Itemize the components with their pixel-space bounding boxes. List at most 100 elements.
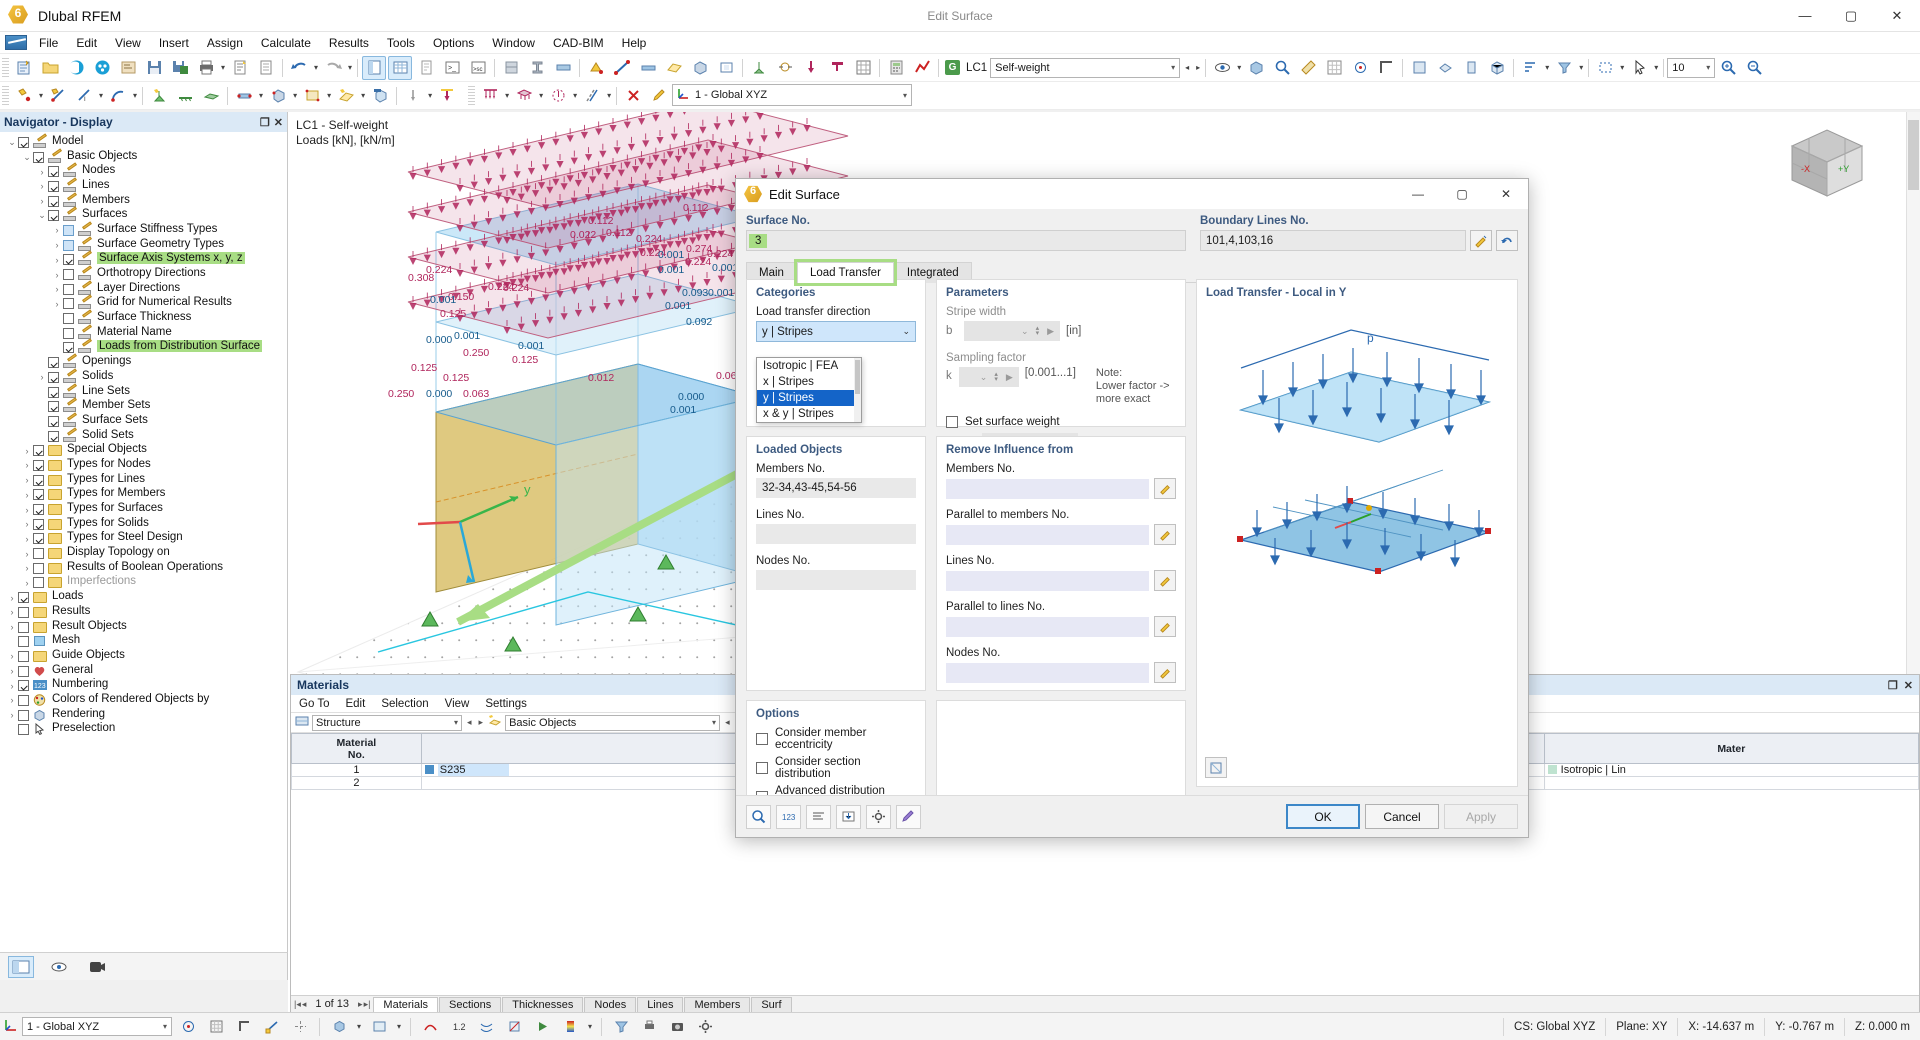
new-member-dropdown-icon[interactable]: ▾ (259, 91, 263, 100)
footer-settings-icon[interactable] (866, 804, 891, 829)
boundary-lines-field[interactable]: 101,4,103,16 (1200, 230, 1466, 251)
navigator-item-checkbox[interactable] (18, 606, 29, 618)
undo-dropdown-icon[interactable]: ▾ (314, 63, 318, 72)
navigator-item-checkbox[interactable] (33, 518, 44, 530)
navigator-item-checkbox[interactable] (48, 401, 59, 413)
navigator-item-checkbox[interactable] (18, 724, 29, 736)
filter-dropdown-icon[interactable]: ▾ (1579, 63, 1583, 72)
view-top-icon[interactable] (1433, 56, 1457, 80)
chevron-right-icon[interactable]: › (51, 284, 63, 294)
materials-next-icon[interactable]: ▸ (477, 717, 486, 728)
tab-materials[interactable]: Materials (373, 996, 439, 1012)
navigator-item-types-for-members[interactable]: › Types for Members (0, 487, 287, 503)
script-icon[interactable]: >sc (466, 56, 490, 80)
member-load-icon[interactable] (435, 84, 459, 108)
support-icon[interactable] (747, 56, 771, 80)
ortho-icon[interactable] (1374, 56, 1398, 80)
chevron-right-icon[interactable]: › (21, 563, 33, 573)
open-file-icon[interactable] (38, 56, 62, 80)
ri-parallel-lines-field[interactable] (946, 616, 1149, 637)
ri-nodes-field[interactable] (946, 662, 1149, 683)
menu-file[interactable]: File (30, 34, 67, 52)
chevron-right-icon[interactable]: › (6, 681, 18, 691)
chevron-right-icon[interactable]: › (21, 460, 33, 470)
select-rect-icon[interactable] (1593, 56, 1617, 80)
render-icon[interactable] (1244, 56, 1268, 80)
ri-parallel-members-field[interactable] (946, 524, 1149, 545)
tab-sections[interactable]: Sections (439, 996, 502, 1012)
select-dropdown-icon[interactable]: ▾ (1620, 63, 1624, 72)
next-page-icon[interactable]: ▸ (358, 999, 363, 1010)
cell-material-model[interactable]: Isotropic | Lin (1543, 763, 1920, 777)
grid-icon[interactable] (1322, 56, 1346, 80)
navigator-item-checkbox[interactable] (63, 254, 74, 266)
materials-menu-selection[interactable]: Selection (373, 698, 436, 710)
status-animate-icon[interactable] (530, 1016, 554, 1038)
navigator-item-results-of-boolean-operations[interactable]: › Results of Boolean Operations (0, 561, 287, 576)
line-load-dropdown-icon[interactable]: ▾ (505, 91, 509, 100)
new-plane-dropdown-icon[interactable]: ▾ (361, 91, 365, 100)
status-isolines-icon[interactable] (474, 1016, 498, 1038)
loaded-members-field[interactable]: 32-34,43-45,54-56 (756, 478, 916, 498)
status-transparency-icon[interactable] (367, 1016, 391, 1038)
surface-icon[interactable] (662, 56, 686, 80)
new-solid-dropdown-icon[interactable]: ▾ (293, 91, 297, 100)
new-plane-icon[interactable] (334, 84, 358, 108)
navigator-tree[interactable]: ⌄ Model ⌄ Basic Objects › Nodes › Lines › Members… (0, 132, 287, 952)
load-icon[interactable] (799, 56, 823, 80)
navigator-item-checkbox[interactable] (33, 533, 44, 545)
free-load-icon[interactable] (546, 84, 570, 108)
menu-edit[interactable]: Edit (67, 34, 106, 52)
dropdown-scrollbar[interactable] (854, 358, 861, 422)
new-member-icon[interactable] (232, 84, 256, 108)
stripe-width-input[interactable]: ⌄ ▴ ▾ ▶ (964, 321, 1060, 341)
set-surface-weight-row[interactable]: Set surface weight (946, 416, 1176, 428)
navigator-item-material-name[interactable]: Material Name (0, 324, 287, 341)
new-solid-icon[interactable] (266, 84, 290, 108)
new-line-icon[interactable] (46, 84, 70, 108)
chevron-right-icon[interactable]: › (21, 490, 33, 500)
new-line-dropdown-icon[interactable]: ▾ (99, 91, 103, 100)
materials-menu-view[interactable]: View (437, 698, 478, 710)
redo-dropdown-icon[interactable]: ▾ (348, 63, 352, 72)
minimize-button[interactable]: — (1782, 0, 1828, 32)
navigator-tab-views-icon[interactable] (46, 956, 72, 978)
footer-pen-icon[interactable] (896, 804, 921, 829)
dropdown-option-x-stripes[interactable]: x | Stripes (757, 374, 861, 390)
measure-icon[interactable] (1296, 56, 1320, 80)
menu-tools[interactable]: Tools (378, 34, 424, 52)
status-snap-icon[interactable] (176, 1016, 200, 1038)
ri-parallel-lines-pick-icon[interactable] (1154, 616, 1176, 637)
chevron-right-icon[interactable]: › (21, 534, 33, 544)
chevron-down-icon[interactable]: ⌄ (6, 137, 18, 148)
navigator-item-checkbox[interactable] (18, 136, 29, 148)
calculate-icon[interactable] (884, 56, 908, 80)
materials-menu-edit[interactable]: Edit (337, 698, 373, 710)
line-icon[interactable] (610, 56, 634, 80)
navigator-item-checkbox[interactable] (48, 195, 59, 207)
table-page-nav[interactable]: |◂ ◂ (291, 999, 309, 1010)
prev-page-icon[interactable]: ◂ (302, 999, 307, 1010)
navigator-item-checkbox[interactable] (33, 445, 44, 457)
dropdown-option-y-stripes[interactable]: y | Stripes (757, 390, 861, 406)
stripe-width-pick-icon[interactable]: ▶ (1042, 326, 1059, 337)
new-arc-dropdown-icon[interactable]: ▾ (133, 91, 137, 100)
navigator-item-loads[interactable]: › Loads (0, 590, 287, 605)
printout-report-icon[interactable] (228, 56, 252, 80)
chevron-right-icon[interactable]: › (51, 255, 63, 265)
footer-numbering-icon[interactable]: 123 (776, 804, 801, 829)
menu-view[interactable]: View (106, 34, 150, 52)
status-values-icon[interactable]: 1.2 (446, 1016, 470, 1038)
cell-material-model[interactable] (1543, 776, 1920, 790)
navigator-item-checkbox[interactable] (33, 151, 44, 163)
new-node-dropdown-icon[interactable]: ▾ (39, 91, 43, 100)
navigator-item-types-for-lines[interactable]: › Types for Lines (0, 473, 287, 488)
navigator-item-types-for-steel-design[interactable]: › Types for Steel Design (0, 531, 287, 547)
sort-icon[interactable] (1518, 56, 1542, 80)
document-icon[interactable] (254, 56, 278, 80)
chevron-right-icon[interactable]: › (36, 181, 48, 191)
first-page-icon[interactable]: |◂ (294, 999, 301, 1010)
navigator-item-surface-sets[interactable]: Surface Sets (0, 412, 287, 429)
surface-no-field[interactable]: 3 (746, 230, 1186, 251)
cell-material-no[interactable]: 2 (291, 776, 422, 790)
